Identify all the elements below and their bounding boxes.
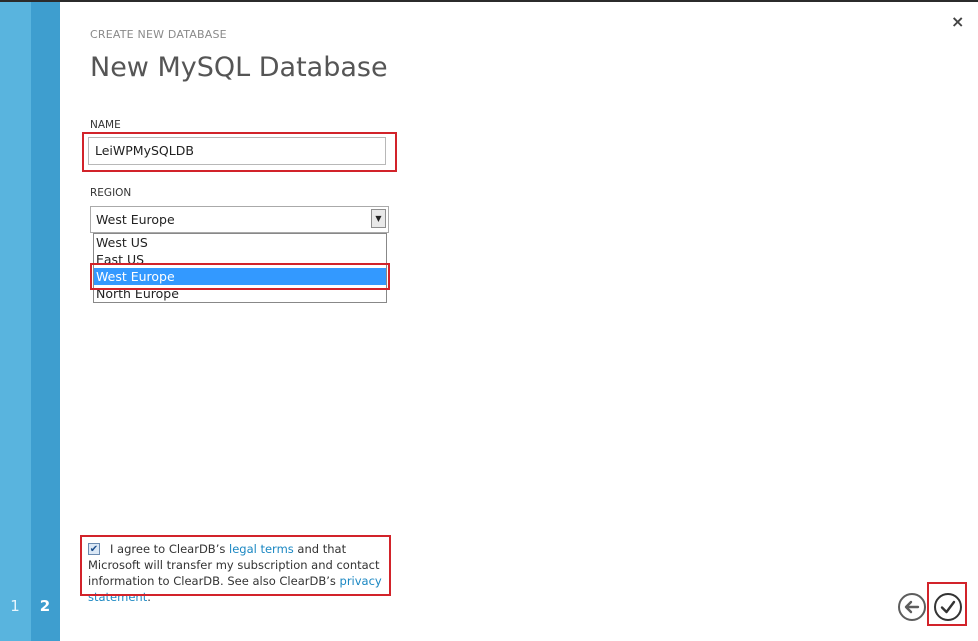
back-button[interactable]: [898, 593, 926, 621]
arrow-left-icon: [904, 600, 920, 614]
name-input[interactable]: [88, 137, 386, 165]
region-option-west-us[interactable]: West US: [94, 234, 386, 251]
name-label: NAME: [90, 119, 121, 131]
region-label: REGION: [90, 187, 132, 199]
region-select[interactable]: West Europe ▼: [90, 206, 389, 233]
close-icon[interactable]: ×: [951, 12, 964, 31]
region-selected-value: West Europe: [96, 212, 175, 227]
ok-button[interactable]: [934, 593, 962, 621]
wizard-step-rail: [0, 2, 31, 641]
agreement-block: ✔ I agree to ClearDB’s legal terms and t…: [88, 541, 384, 605]
chevron-down-icon[interactable]: ▼: [371, 209, 386, 228]
dialog-subtitle: CREATE NEW DATABASE: [90, 28, 227, 41]
agreement-text: I agree to ClearDB’s legal terms and tha…: [88, 541, 384, 605]
agreement-text-part-1: I agree to ClearDB’s: [110, 542, 229, 556]
dialog-title: New MySQL Database: [90, 52, 388, 83]
checkmark-icon: [940, 600, 956, 614]
wizard-step-2[interactable]: 2: [35, 597, 55, 615]
wizard-step-1[interactable]: 1: [5, 597, 25, 615]
legal-terms-link[interactable]: legal terms: [229, 542, 294, 556]
top-border: [0, 0, 978, 2]
region-option-west-europe[interactable]: West Europe: [94, 268, 386, 285]
region-option-north-europe[interactable]: North Europe: [94, 285, 386, 302]
region-dropdown-list: West US East US West Europe North Europe: [93, 233, 387, 303]
wizard-step-rail-active: [31, 2, 60, 641]
region-option-east-us[interactable]: East US: [94, 251, 386, 268]
agree-checkbox[interactable]: ✔: [88, 543, 100, 555]
agreement-text-part-3: .: [147, 590, 151, 604]
